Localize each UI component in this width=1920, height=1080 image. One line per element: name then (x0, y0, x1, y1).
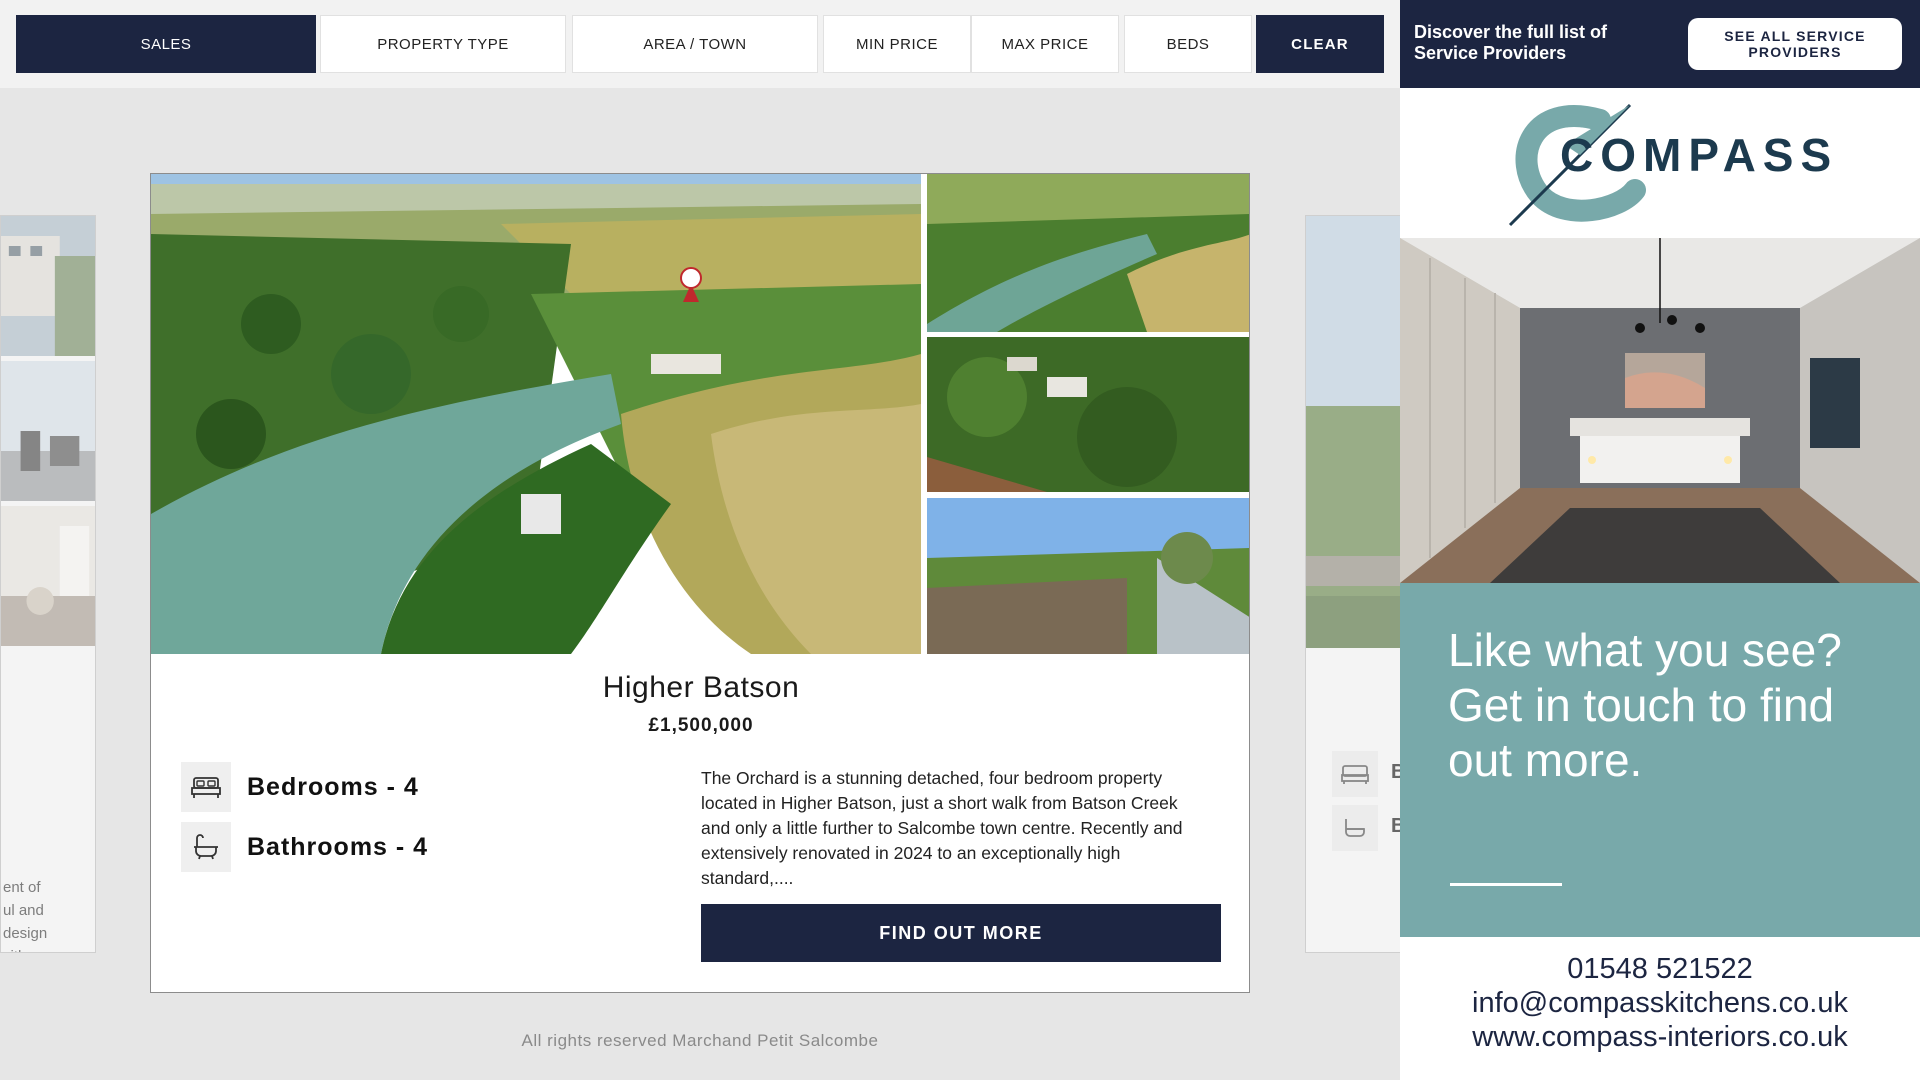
previous-listing-photo-2 (1, 361, 95, 501)
property-thumbnail-3[interactable] (927, 498, 1250, 654)
bedrooms-count: Bedrooms - 4 (247, 772, 419, 801)
bed-icon (181, 762, 231, 812)
bed-icon (1332, 751, 1378, 797)
bedrooms-feature: Bedrooms - 4 (181, 762, 419, 812)
bathrooms-feature: Bathrooms - 4 (181, 822, 428, 872)
contact-website[interactable]: www.compass-interiors.co.uk (1400, 1021, 1920, 1054)
footer-copyright: All rights reserved Marchand Petit Salco… (521, 1031, 879, 1050)
service-providers-text: Discover the full list of Service Provid… (1414, 22, 1608, 63)
search-filter-bar: SALES PROPERTY TYPE AREA / TOWN MIN PRIC… (0, 0, 1400, 88)
property-thumbnail-1[interactable] (927, 174, 1250, 332)
next-listing-photo (1306, 216, 1400, 648)
sales-filter-button[interactable]: SALES (16, 15, 316, 73)
property-thumbnail-2[interactable] (927, 337, 1250, 492)
see-all-service-providers-button[interactable]: SEE ALL SERVICE PROVIDERS (1688, 18, 1902, 70)
contact-promo-block: Like what you see? Get in touch to find … (1400, 583, 1920, 937)
previous-listing-card[interactable]: ent of ul and design vith (0, 215, 96, 953)
featured-listing-card: Higher Batson £1,500,000 Bedrooms - 4 Ba… (150, 173, 1250, 993)
promo-headline: Like what you see? Get in touch to find … (1448, 624, 1842, 786)
clear-filters-button[interactable]: CLEAR (1256, 15, 1384, 73)
max-price-filter[interactable]: MAX PRICE (971, 15, 1119, 73)
previous-listing-description: ent of ul and design vith (3, 879, 48, 952)
bath-icon (181, 822, 231, 872)
contact-phone[interactable]: 01548 521522 (1400, 953, 1920, 986)
service-providers-banner: Discover the full list of Service Provid… (1400, 0, 1920, 88)
bedroom-showcase-image[interactable] (1400, 238, 1920, 583)
bathrooms-count: Bathrooms - 4 (247, 832, 429, 861)
property-type-filter[interactable]: PROPERTY TYPE (320, 15, 566, 73)
min-price-filter[interactable]: MIN PRICE (823, 15, 971, 73)
next-listing-bedrooms: B (1391, 761, 1400, 784)
main-property-photo[interactable] (151, 174, 921, 654)
property-price: £1,500,000 (648, 715, 754, 736)
bath-icon (1332, 805, 1378, 851)
promo-divider (1450, 883, 1562, 886)
contact-email[interactable]: info@compasskitchens.co.uk (1400, 987, 1920, 1020)
listing-carousel: ent of ul and design vith B B (0, 88, 1400, 1080)
find-out-more-button[interactable]: FIND OUT MORE (701, 904, 1221, 962)
property-title: Higher Batson (602, 671, 800, 704)
previous-listing-photo (1, 216, 95, 356)
advertisement-panel: Discover the full list of Service Provid… (1400, 0, 1920, 1080)
next-listing-bathrooms: B (1391, 815, 1400, 838)
property-description: The Orchard is a stunning detached, four… (701, 768, 1183, 888)
previous-listing-photo-3 (1, 506, 95, 646)
beds-filter[interactable]: BEDS (1124, 15, 1252, 73)
area-town-filter[interactable]: AREA / TOWN (572, 15, 818, 73)
next-listing-card[interactable]: B B (1305, 215, 1400, 953)
compass-logo-text: COMPASS (1560, 129, 1839, 181)
